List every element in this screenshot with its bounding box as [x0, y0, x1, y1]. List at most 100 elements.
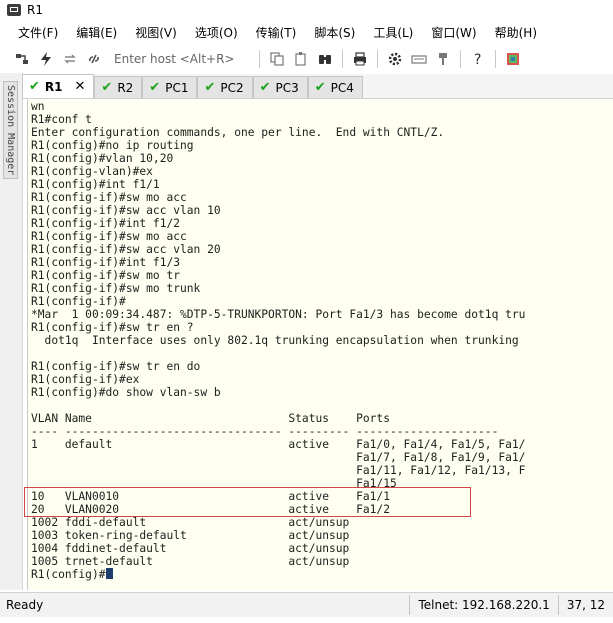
key-agent-icon[interactable] — [433, 49, 453, 69]
toolbar: ? — [0, 46, 613, 72]
paste-icon[interactable] — [291, 49, 311, 69]
status-divider — [557, 595, 559, 615]
reconnect-icon[interactable] — [60, 49, 80, 69]
terminal-line: R1(config-vlan)#ex — [31, 165, 153, 178]
terminal-line: 1003 token-ring-default act/unsup — [31, 529, 350, 542]
menu-bar: 文件(F) 编辑(E) 视图(V) 选项(O) 传输(T) 脚本(S) 工具(L… — [0, 21, 613, 43]
tab-pc2[interactable]: ✔ PC2 — [197, 76, 253, 98]
toolbar-divider — [342, 50, 343, 68]
status-ready: Ready — [6, 598, 44, 612]
terminal-line: R1(config-if)#sw mo tr — [31, 269, 181, 282]
terminal-line: R1(config)#no ip routing — [31, 139, 194, 152]
connected-check-icon: ✔ — [29, 79, 40, 94]
terminal-lines: wn R1#conf t Enter configuration command… — [31, 100, 525, 568]
status-bar: Ready Telnet: 192.168.220.1 37, 12 — [0, 592, 613, 617]
terminal-line: 10 VLAN0010 active Fa1/1 — [31, 490, 390, 503]
connected-check-icon: ✔ — [204, 80, 216, 95]
close-icon[interactable]: ✕ — [75, 79, 86, 94]
terminal-line: 1002 fddi-default act/unsup — [31, 516, 350, 529]
tab-label: R2 — [117, 80, 134, 95]
terminal-line: 1 default active Fa1/0, Fa1/4, Fa1/5, Fa… — [31, 438, 526, 451]
app-icon — [7, 4, 21, 16]
tab-label: PC4 — [330, 80, 354, 95]
tab-label: PC3 — [275, 80, 299, 95]
terminal-line: R1(config-if)#ex — [31, 373, 140, 386]
disconnect-icon[interactable] — [84, 49, 104, 69]
connected-check-icon: ✔ — [101, 80, 113, 95]
quick-connect-icon[interactable] — [36, 49, 56, 69]
tab-r2[interactable]: ✔ R2 — [94, 76, 143, 98]
terminal-line: R1(config)#int f1/1 — [31, 178, 160, 191]
connected-check-icon: ✔ — [149, 80, 161, 95]
terminal-line: dot1q Interface uses only 802.1q trunkin… — [44, 334, 519, 347]
terminal-line: Enter configuration commands, one per li… — [31, 126, 445, 139]
terminal-line: wn — [31, 100, 45, 113]
terminal-line: R1#conf t — [31, 113, 92, 126]
connected-check-icon: ✔ — [314, 80, 326, 95]
status-divider — [409, 595, 411, 615]
script-icon[interactable] — [503, 49, 523, 69]
toolbar-divider — [377, 50, 378, 68]
terminal-line: R1(config-if)#sw tr en do — [31, 360, 201, 373]
terminal-line: *Mar 1 00:09:34.487: %DTP-5-TRUNKPORTON:… — [31, 308, 526, 321]
terminal-line: Fa1/11, Fa1/12, Fa1/13, F — [356, 464, 526, 477]
keymap-icon[interactable] — [409, 49, 429, 69]
terminal-line: R1(config-if)#int f1/3 — [31, 256, 181, 269]
terminal-cursor — [105, 568, 113, 579]
terminal-line: R1(config)#do show vlan-sw b — [31, 386, 221, 399]
session-manager-label[interactable]: Session Manager — [3, 81, 18, 180]
terminal-output: wn R1#conf t Enter configuration command… — [28, 99, 613, 581]
tab-pc1[interactable]: ✔ PC1 — [142, 76, 198, 98]
toolbar-divider — [460, 50, 461, 68]
tab-label: R1 — [44, 79, 63, 94]
settings-gear-icon[interactable] — [385, 49, 405, 69]
toolbar-divider — [259, 50, 260, 68]
menu-file[interactable]: 文件(F) — [0, 24, 67, 41]
menu-transfer[interactable]: 传输(T) — [247, 24, 306, 41]
terminal-line: R1(config-if)#sw tr en ? — [31, 321, 194, 334]
connect-icon[interactable] — [12, 49, 32, 69]
menu-window[interactable]: 窗口(W) — [422, 24, 485, 41]
menu-tools[interactable]: 工具(L) — [364, 24, 422, 41]
find-icon[interactable] — [315, 49, 335, 69]
terminal-line: ---- -------------------------------- --… — [31, 425, 499, 438]
terminal-line: R1(config)#vlan 10,20 — [31, 152, 174, 165]
svg-text:?: ? — [474, 52, 481, 67]
terminal-line: R1(config-if)#sw acc vlan 20 — [31, 243, 221, 256]
terminal-line: R1(config-if)#sw mo acc — [31, 230, 187, 243]
menu-view[interactable]: 视图(V) — [126, 24, 186, 41]
terminal-line: VLAN Name Status Ports — [31, 412, 390, 425]
session-manager-panel[interactable]: Session Manager — [0, 73, 23, 590]
status-cursor-position: 37, 12 — [566, 598, 605, 612]
connected-check-icon: ✔ — [259, 80, 271, 95]
menu-script[interactable]: 脚本(S) — [305, 24, 364, 41]
terminal-line: R1(config-if)#sw mo trunk — [31, 282, 201, 295]
terminal-line: R1(config-if)#sw acc vlan 10 — [31, 204, 221, 217]
terminal-view[interactable]: wn R1#conf t Enter configuration command… — [27, 99, 613, 590]
menu-help[interactable]: 帮助(H) — [486, 24, 546, 41]
tab-label: PC1 — [165, 80, 189, 95]
host-input[interactable] — [112, 51, 254, 67]
menu-options[interactable]: 选项(O) — [186, 24, 247, 41]
terminal-line: 20 VLAN0020 active Fa1/2 — [31, 503, 390, 516]
tab-pc3[interactable]: ✔ PC3 — [252, 76, 308, 98]
terminal-line: 1005 trnet-default act/unsup — [31, 555, 350, 568]
status-connection: Telnet: 192.168.220.1 — [418, 598, 550, 612]
menu-edit[interactable]: 编辑(E) — [67, 24, 126, 41]
terminal-line: Fa1/7, Fa1/8, Fa1/9, Fa1/ — [356, 451, 526, 464]
tab-label: PC2 — [220, 80, 244, 95]
window-title: R1 — [27, 3, 43, 17]
title-bar: R1 — [0, 0, 613, 20]
tab-r1[interactable]: ✔ R1 ✕ — [22, 74, 95, 98]
terminal-line: R1(config-if)#int f1/2 — [31, 217, 181, 230]
print-icon[interactable] — [350, 49, 370, 69]
toolbar-divider — [495, 50, 496, 68]
tab-bar: ✔ R1 ✕ ✔ R2 ✔ PC1 ✔ PC2 ✔ PC3 ✔ PC4 — [22, 74, 613, 99]
copy-icon[interactable] — [267, 49, 287, 69]
terminal-line: 1004 fddinet-default act/unsup — [31, 542, 350, 555]
tab-pc4[interactable]: ✔ PC4 — [307, 76, 363, 98]
terminal-line: Fa1/15 — [356, 477, 397, 490]
help-icon[interactable]: ? — [468, 49, 488, 69]
terminal-line: R1(config-if)# — [31, 295, 126, 308]
terminal-prompt: R1(config)# — [31, 568, 106, 581]
